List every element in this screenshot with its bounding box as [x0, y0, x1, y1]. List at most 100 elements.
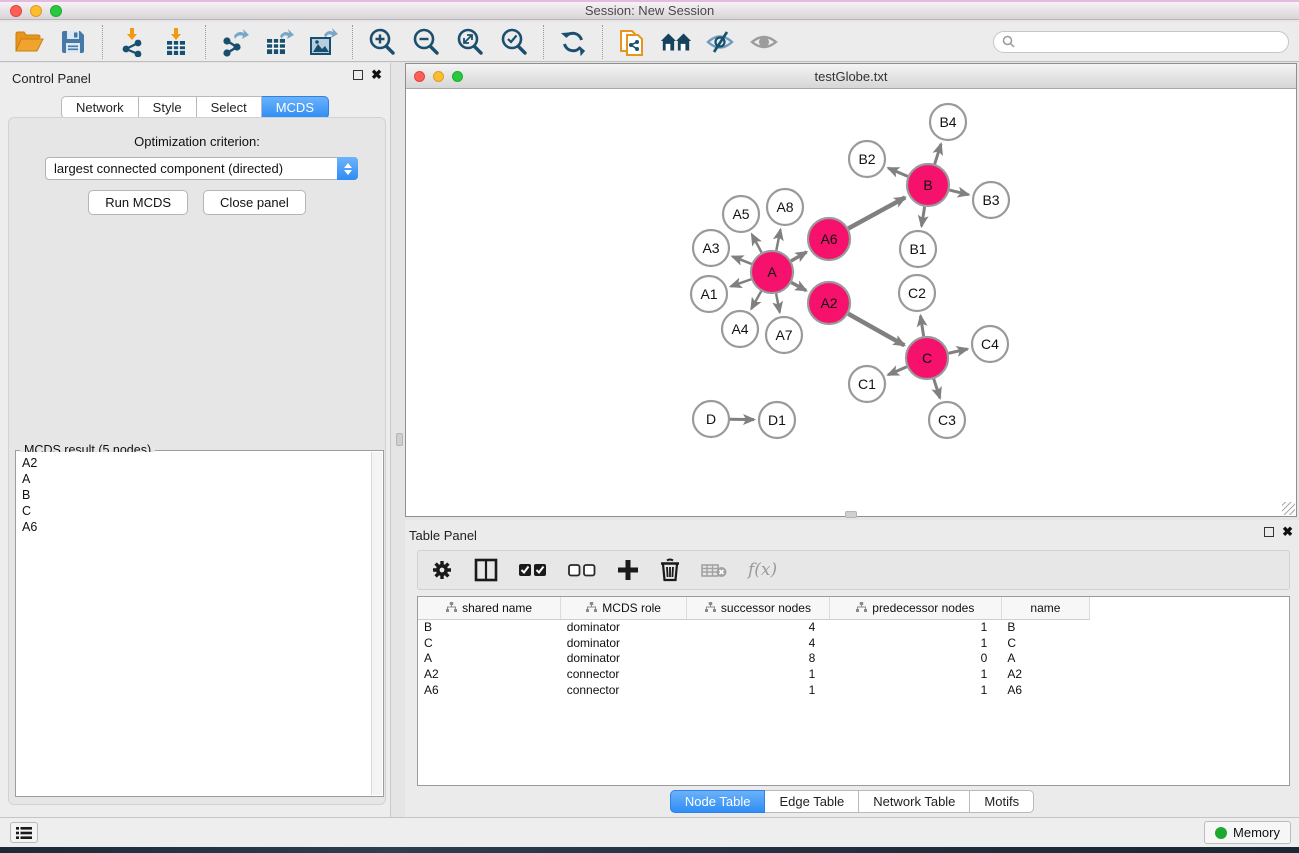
table-cell[interactable]: 4 [687, 619, 830, 635]
graph-edge[interactable] [848, 197, 905, 228]
close-panel-icon[interactable]: ✖ [371, 70, 382, 80]
search-field[interactable] [993, 31, 1289, 53]
result-item[interactable]: B [22, 487, 371, 503]
graph-node[interactable]: B1 [900, 231, 936, 267]
graph-edge[interactable] [922, 207, 925, 227]
refresh-icon[interactable] [557, 26, 589, 58]
graph-edge[interactable] [935, 144, 941, 164]
table-row[interactable]: Cdominator41C [418, 635, 1090, 651]
graph-node[interactable]: A7 [766, 317, 802, 353]
table-row[interactable]: A6connector11A6 [418, 682, 1090, 698]
column-layout-icon[interactable] [474, 558, 498, 582]
result-item[interactable]: A6 [22, 519, 371, 535]
export-table-icon[interactable] [263, 26, 295, 58]
search-input[interactable] [1020, 35, 1280, 49]
hide-icon[interactable] [704, 26, 736, 58]
tab-network-table[interactable]: Network Table [859, 790, 970, 813]
zoom-in-icon[interactable] [366, 26, 398, 58]
tab-network[interactable]: Network [61, 96, 139, 119]
graph-node[interactable]: A5 [723, 196, 759, 232]
table-cell[interactable]: 1 [829, 666, 1001, 682]
tab-node-table[interactable]: Node Table [670, 790, 766, 813]
graph-node[interactable]: C2 [899, 275, 935, 311]
table-cell[interactable]: A2 [418, 666, 561, 682]
network-canvas[interactable]: B4B2BB3A5A8A6A3B1AA1C2A2A4A7CC4C1C3DD1 [406, 90, 1296, 516]
tab-select[interactable]: Select [197, 96, 262, 119]
add-column-icon[interactable] [617, 559, 639, 581]
table-cell[interactable]: 1 [687, 666, 830, 682]
select-all-icon[interactable] [519, 563, 547, 577]
tab-edge-table[interactable]: Edge Table [765, 790, 859, 813]
graph-edge[interactable] [776, 294, 780, 313]
function-builder-icon[interactable]: f(x) [748, 560, 777, 580]
table-cell[interactable]: A [418, 651, 561, 667]
graph-edge[interactable] [791, 283, 806, 291]
table-cell[interactable]: A6 [418, 682, 561, 698]
graph-edge[interactable] [934, 379, 940, 398]
table-cell[interactable]: 8 [687, 651, 830, 667]
close-table-panel-icon[interactable]: ✖ [1282, 527, 1293, 537]
zoom-fit-icon[interactable] [454, 26, 486, 58]
graph-edge[interactable] [776, 230, 780, 251]
graph-edge[interactable] [752, 234, 762, 252]
float-table-panel-icon[interactable] [1264, 527, 1274, 537]
column-header-successor-nodes[interactable]: successor nodes [687, 597, 830, 619]
table-cell[interactable]: C [1001, 635, 1089, 651]
import-network-icon[interactable] [116, 26, 148, 58]
graph-node[interactable]: A4 [722, 311, 758, 347]
table-cell[interactable]: connector [561, 666, 687, 682]
graph-node[interactable]: C [906, 337, 948, 379]
graph-edge[interactable] [920, 316, 923, 337]
graph-node[interactable]: C4 [972, 326, 1008, 362]
table-cell[interactable]: 1 [829, 682, 1001, 698]
result-item[interactable]: A [22, 471, 371, 487]
graph-edge[interactable] [888, 168, 908, 176]
import-table-icon[interactable] [160, 26, 192, 58]
table-cell[interactable]: C [418, 635, 561, 651]
graph-node[interactable]: A8 [767, 189, 803, 225]
graph-edge[interactable] [732, 256, 751, 264]
table-cell[interactable]: 4 [687, 635, 830, 651]
graph-node[interactable]: B4 [930, 104, 966, 140]
zoom-selected-icon[interactable] [498, 26, 530, 58]
save-icon[interactable] [57, 26, 89, 58]
graph-node[interactable]: B3 [973, 182, 1009, 218]
graph-node[interactable]: B2 [849, 141, 885, 177]
open-folder-icon[interactable] [13, 26, 45, 58]
table-cell[interactable]: 0 [829, 651, 1001, 667]
horizontal-scrollbar-thumb[interactable] [845, 511, 857, 518]
export-image-icon[interactable] [307, 26, 339, 58]
graph-node[interactable]: D1 [759, 402, 795, 438]
result-scrollbar[interactable] [371, 452, 382, 795]
resize-grip[interactable] [1282, 502, 1295, 515]
table-cell[interactable]: connector [561, 682, 687, 698]
graph-node[interactable]: C1 [849, 366, 885, 402]
graph-edge[interactable] [948, 349, 967, 353]
graph-edge[interactable] [848, 314, 904, 346]
float-panel-icon[interactable] [353, 70, 363, 80]
delete-icon[interactable] [660, 558, 680, 582]
table-cell[interactable]: B [418, 619, 561, 635]
column-header-MCDS-role[interactable]: MCDS role [561, 597, 687, 619]
table-row[interactable]: Bdominator41B [418, 619, 1090, 635]
tab-motifs[interactable]: Motifs [970, 790, 1034, 813]
deselect-all-icon[interactable] [568, 563, 596, 577]
vertical-scrollbar-thumb[interactable] [396, 433, 403, 446]
graph-node[interactable]: A1 [691, 276, 727, 312]
gear-icon[interactable] [431, 559, 453, 581]
result-item[interactable]: A2 [22, 455, 371, 471]
graph-edge[interactable] [791, 252, 806, 261]
table-cell[interactable]: A6 [1001, 682, 1089, 698]
column-header-name[interactable]: name [1001, 597, 1089, 619]
run-mcds-button[interactable]: Run MCDS [88, 190, 188, 215]
table-cell[interactable]: dominator [561, 635, 687, 651]
graph-node[interactable]: C3 [929, 402, 965, 438]
zoom-out-icon[interactable] [410, 26, 442, 58]
home-icon[interactable] [660, 26, 692, 58]
export-network-icon[interactable] [219, 26, 251, 58]
table-cell[interactable]: dominator [561, 619, 687, 635]
graph-edge[interactable] [949, 190, 968, 195]
graph-node[interactable]: A [751, 251, 793, 293]
delete-table-icon[interactable] [701, 562, 727, 578]
table-cell[interactable]: 1 [829, 635, 1001, 651]
